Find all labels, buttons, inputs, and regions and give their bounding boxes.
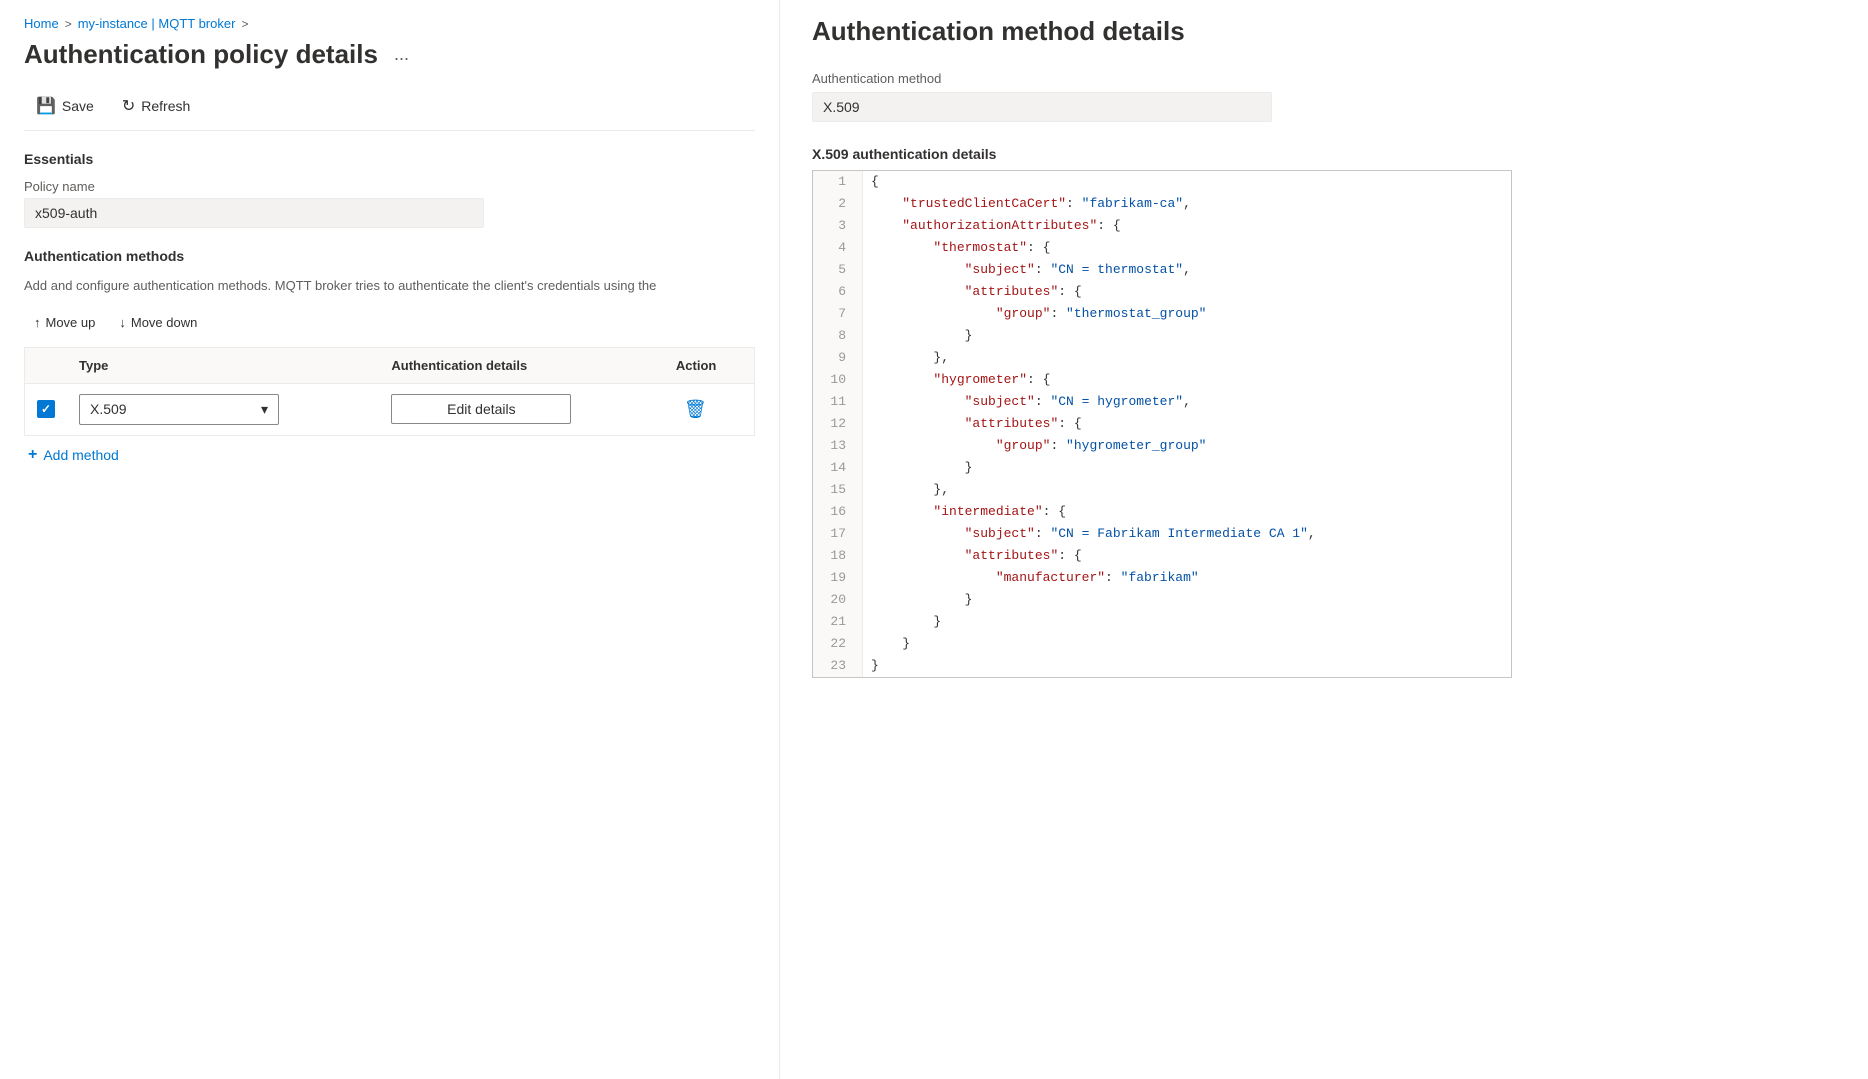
json-line: 13 "group": "hygrometer_group" (813, 435, 1511, 457)
add-method-button[interactable]: + Add method (24, 436, 123, 474)
auth-method-label: Authentication method (812, 71, 1836, 86)
move-toolbar: ↑ Move up ↓ Move down (24, 310, 755, 335)
auth-methods-section: Authentication methods Add and configure… (24, 248, 755, 474)
breadcrumb-home[interactable]: Home (24, 16, 59, 31)
methods-table: Type Authentication details Action X.509… (24, 347, 755, 436)
page-title-area: Authentication policy details ... (24, 39, 755, 70)
save-icon: 💾 (36, 96, 56, 116)
save-label: Save (62, 98, 94, 114)
breadcrumb-separator-2: > (241, 17, 248, 31)
move-down-label: Move down (131, 315, 197, 330)
trash-icon: 🗑 (684, 399, 707, 419)
chevron-down-icon: ▾ (261, 401, 268, 418)
delete-button[interactable]: 🗑 (676, 395, 715, 424)
move-up-label: Move up (46, 315, 96, 330)
json-line: 19 "manufacturer": "fabrikam" (813, 567, 1511, 589)
json-line: 23} (813, 655, 1511, 677)
refresh-label: Refresh (141, 98, 190, 114)
json-line: 10 "hygrometer": { (813, 369, 1511, 391)
toolbar: 💾 Save ↻ Refresh (24, 74, 755, 131)
json-line: 15 }, (813, 479, 1511, 501)
table-header-auth-details: Authentication details (379, 347, 664, 383)
move-up-icon: ↑ (34, 315, 41, 330)
breadcrumb-separator-1: > (65, 17, 72, 31)
json-line: 2 "trustedClientCaCert": "fabrikam-ca", (813, 193, 1511, 215)
refresh-button[interactable]: ↻ Refresh (110, 90, 202, 122)
move-down-button[interactable]: ↓ Move down (109, 310, 207, 335)
json-line: 8 } (813, 325, 1511, 347)
auth-methods-desc: Add and configure authentication methods… (24, 276, 755, 296)
policy-name-value: x509-auth (24, 198, 484, 228)
json-line: 6 "attributes": { (813, 281, 1511, 303)
page-title: Authentication policy details (24, 39, 378, 70)
breadcrumb: Home > my-instance | MQTT broker > (24, 0, 755, 39)
save-button[interactable]: 💾 Save (24, 90, 106, 122)
move-up-button[interactable]: ↑ Move up (24, 310, 105, 335)
row-checkbox[interactable] (37, 400, 55, 418)
json-line: 22 } (813, 633, 1511, 655)
table-header-action: Action (664, 347, 755, 383)
plus-icon: + (28, 446, 37, 464)
right-page-title: Authentication method details (812, 0, 1836, 71)
left-panel: Home > my-instance | MQTT broker > Authe… (0, 0, 780, 1079)
json-line: 11 "subject": "CN = hygrometer", (813, 391, 1511, 413)
json-line: 17 "subject": "CN = Fabrikam Intermediat… (813, 523, 1511, 545)
json-line: 4 "thermostat": { (813, 237, 1511, 259)
json-line: 7 "group": "thermostat_group" (813, 303, 1511, 325)
json-line: 20 } (813, 589, 1511, 611)
auth-method-value: X.509 (812, 92, 1272, 122)
table-header-checkbox (25, 347, 68, 383)
json-line: 5 "subject": "CN = thermostat", (813, 259, 1511, 281)
table-row: X.509 ▾ Edit details 🗑 (25, 383, 755, 435)
json-line: 3 "authorizationAttributes": { (813, 215, 1511, 237)
policy-name-label: Policy name (24, 179, 755, 194)
refresh-icon: ↻ (122, 96, 135, 116)
json-editor: 1{2 "trustedClientCaCert": "fabrikam-ca"… (812, 170, 1512, 678)
json-line: 16 "intermediate": { (813, 501, 1511, 523)
move-down-icon: ↓ (119, 315, 126, 330)
add-method-label: Add method (43, 447, 119, 463)
breadcrumb-instance[interactable]: my-instance | MQTT broker (78, 16, 236, 31)
table-header-type: Type (67, 347, 379, 383)
json-line: 1{ (813, 171, 1511, 193)
json-line: 12 "attributes": { (813, 413, 1511, 435)
ellipsis-button[interactable]: ... (388, 42, 415, 67)
json-line: 9 }, (813, 347, 1511, 369)
edit-details-button[interactable]: Edit details (391, 394, 571, 424)
json-line: 18 "attributes": { (813, 545, 1511, 567)
auth-methods-title: Authentication methods (24, 248, 755, 264)
essentials-title: Essentials (24, 151, 755, 167)
json-line: 21 } (813, 611, 1511, 633)
right-panel: Authentication method details Authentica… (780, 0, 1868, 1079)
json-line: 14 } (813, 457, 1511, 479)
type-select-value: X.509 (90, 401, 127, 417)
type-select[interactable]: X.509 ▾ (79, 394, 279, 425)
json-section-title: X.509 authentication details (812, 146, 1836, 162)
